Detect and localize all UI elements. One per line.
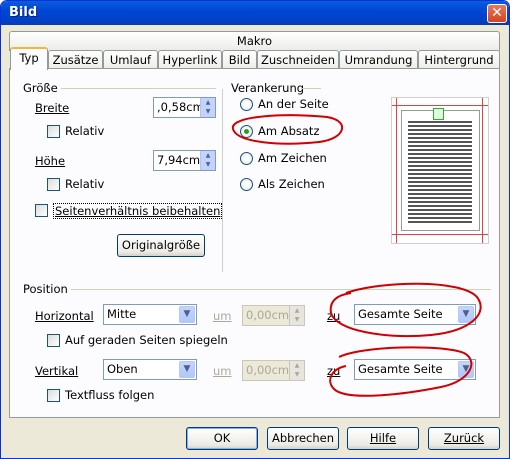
back-button[interactable]: Zurück	[428, 427, 500, 450]
ok-button[interactable]: OK	[186, 427, 258, 450]
annotation-circle-anchor	[231, 114, 344, 145]
annotation-circle-horizontal	[329, 282, 482, 338]
annotation-circle-vertical	[329, 346, 473, 397]
tab-typ[interactable]: Typ	[10, 47, 48, 70]
image-dialog: Bild ✕ Makro Typ Zusätze Umlauf Hyperlin…	[0, 0, 510, 459]
cancel-button[interactable]: Abbrechen	[267, 427, 339, 450]
help-button[interactable]: Hilfe	[347, 427, 419, 450]
red-annotation-marks	[231, 114, 482, 397]
